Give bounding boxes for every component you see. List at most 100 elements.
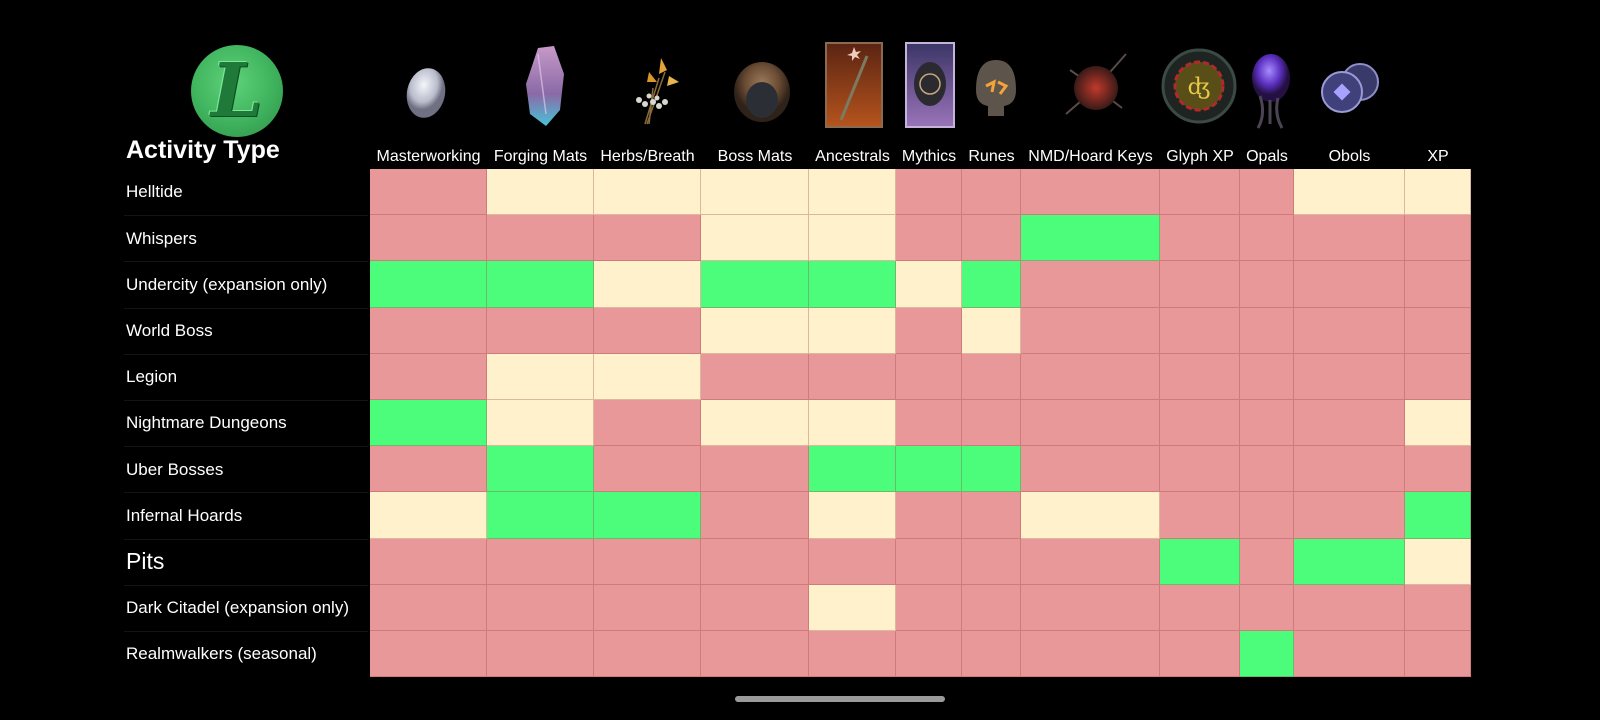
row-header: Dark Citadel (expansion only)	[126, 598, 349, 618]
boss-material-shell-icon	[731, 56, 793, 129]
heatmap-cell	[1160, 446, 1240, 493]
heatmap-cell	[1240, 215, 1294, 262]
row-divider	[124, 400, 368, 401]
row-header: Nightmare Dungeons	[126, 413, 287, 433]
heatmap-cell	[962, 631, 1021, 678]
heatmap-cell	[370, 631, 487, 678]
heatmap-cell	[1294, 215, 1405, 262]
heatmap-cell	[370, 446, 487, 493]
heatmap-cell	[962, 215, 1021, 262]
heatmap-cell	[962, 584, 1021, 631]
heatmap-cell	[1294, 169, 1405, 216]
heatmap-cell	[594, 631, 701, 678]
heatmap-cell	[1405, 307, 1471, 354]
heatmap-cell	[896, 631, 962, 678]
heatmap-cell	[1160, 538, 1240, 585]
heatmap-cell	[1021, 446, 1160, 493]
heatmap-cell	[370, 307, 487, 354]
row-divider	[124, 353, 368, 355]
heatmap-cell	[1021, 307, 1160, 354]
home-indicator-bar[interactable]	[735, 696, 945, 702]
heatmap-cell	[1021, 492, 1160, 539]
heatmap-cell	[370, 400, 487, 447]
row-header: Undercity (expansion only)	[126, 274, 328, 294]
heatmap-cell	[701, 169, 809, 216]
row-divider	[124, 492, 368, 494]
heatmap-cell	[487, 307, 594, 354]
heatmap-cell	[962, 538, 1021, 585]
heatmap-cell	[809, 307, 896, 354]
row-divider	[124, 538, 368, 540]
heatmap-cell	[1240, 492, 1294, 539]
heatmap-cell	[1160, 584, 1240, 631]
heatmap-cell	[896, 353, 962, 400]
heatmap-cell	[370, 215, 487, 262]
forging-crystal-icon	[520, 44, 570, 133]
heatmap-cell	[1294, 353, 1405, 400]
heatmap-cell	[370, 169, 487, 216]
heatmap-cell	[1405, 261, 1471, 308]
heatmap-cell	[896, 584, 962, 631]
column-header: Boss Mats	[717, 148, 793, 165]
heatmap-cell	[1240, 584, 1294, 631]
heatmap-cell	[1021, 400, 1160, 447]
heatmap-cell	[594, 169, 701, 216]
row-header: Infernal Hoards	[126, 505, 243, 525]
heatmap-cell	[487, 400, 594, 447]
heatmap-cell	[1021, 353, 1160, 400]
column-header: Opals	[1246, 148, 1288, 165]
rune-stone-icon	[970, 56, 1022, 123]
heatmap-cell	[701, 400, 809, 447]
svg-text:ʤ: ʤ	[1188, 75, 1211, 100]
column-header: Herbs/Breath	[600, 148, 695, 165]
heatmap-cell	[1021, 215, 1160, 262]
row-header: Pits	[126, 548, 165, 575]
heatmap-cell	[594, 538, 701, 585]
row-header: Realmwalkers (seasonal)	[126, 644, 317, 664]
heatmap-cell	[701, 446, 809, 493]
heatmap-cell	[896, 492, 962, 539]
heatmap-cell	[594, 492, 701, 539]
heatmap-cell	[809, 400, 896, 447]
heatmap-cell	[896, 261, 962, 308]
heatmap-cell	[1405, 631, 1471, 678]
row-header: Legion	[126, 367, 178, 387]
heatmap-cell	[487, 215, 594, 262]
masterworking-stone-icon	[404, 66, 448, 125]
heatmap-cell	[962, 169, 1021, 216]
row-divider	[124, 261, 368, 263]
heatmap-cell	[1294, 400, 1405, 447]
herb-bouquet-icon	[625, 48, 681, 133]
row-divider	[124, 215, 368, 217]
heatmap-cell	[701, 492, 809, 539]
glyph-seal-icon: ʤ	[1160, 46, 1238, 131]
heatmap-cell	[1405, 446, 1471, 493]
heatmap-cell	[896, 307, 962, 354]
heatmap-cell	[1160, 169, 1240, 216]
column-header: Runes	[968, 148, 1015, 165]
heatmap-cell	[701, 584, 809, 631]
obol-coins-icon	[1318, 60, 1382, 121]
heatmap-cell	[1240, 631, 1294, 678]
heatmap-cell	[1160, 353, 1240, 400]
column-header: Mythics	[901, 148, 957, 165]
heatmap-cell	[809, 169, 896, 216]
heatmap-cell	[594, 400, 701, 447]
heatmap-cell	[594, 353, 701, 400]
column-header: XP	[1427, 148, 1449, 165]
heatmap-cell	[1405, 492, 1471, 539]
heatmap-cell	[1294, 584, 1405, 631]
heatmap-cell	[896, 215, 962, 262]
heatmap-cell	[594, 584, 701, 631]
heatmap-cell	[962, 261, 1021, 308]
row-header: Uber Bosses	[126, 459, 224, 479]
chart-title: Activity Type	[126, 136, 280, 164]
column-header: NMD/Hoard Keys	[1028, 148, 1153, 165]
heatmap-cell	[809, 261, 896, 308]
heatmap-cell	[701, 631, 809, 678]
heatmap-cell	[1021, 631, 1160, 678]
heatmap-cell	[370, 261, 487, 308]
ancestral-sword-card-icon	[825, 42, 883, 133]
row-divider	[124, 307, 368, 309]
heatmap-cell	[701, 353, 809, 400]
